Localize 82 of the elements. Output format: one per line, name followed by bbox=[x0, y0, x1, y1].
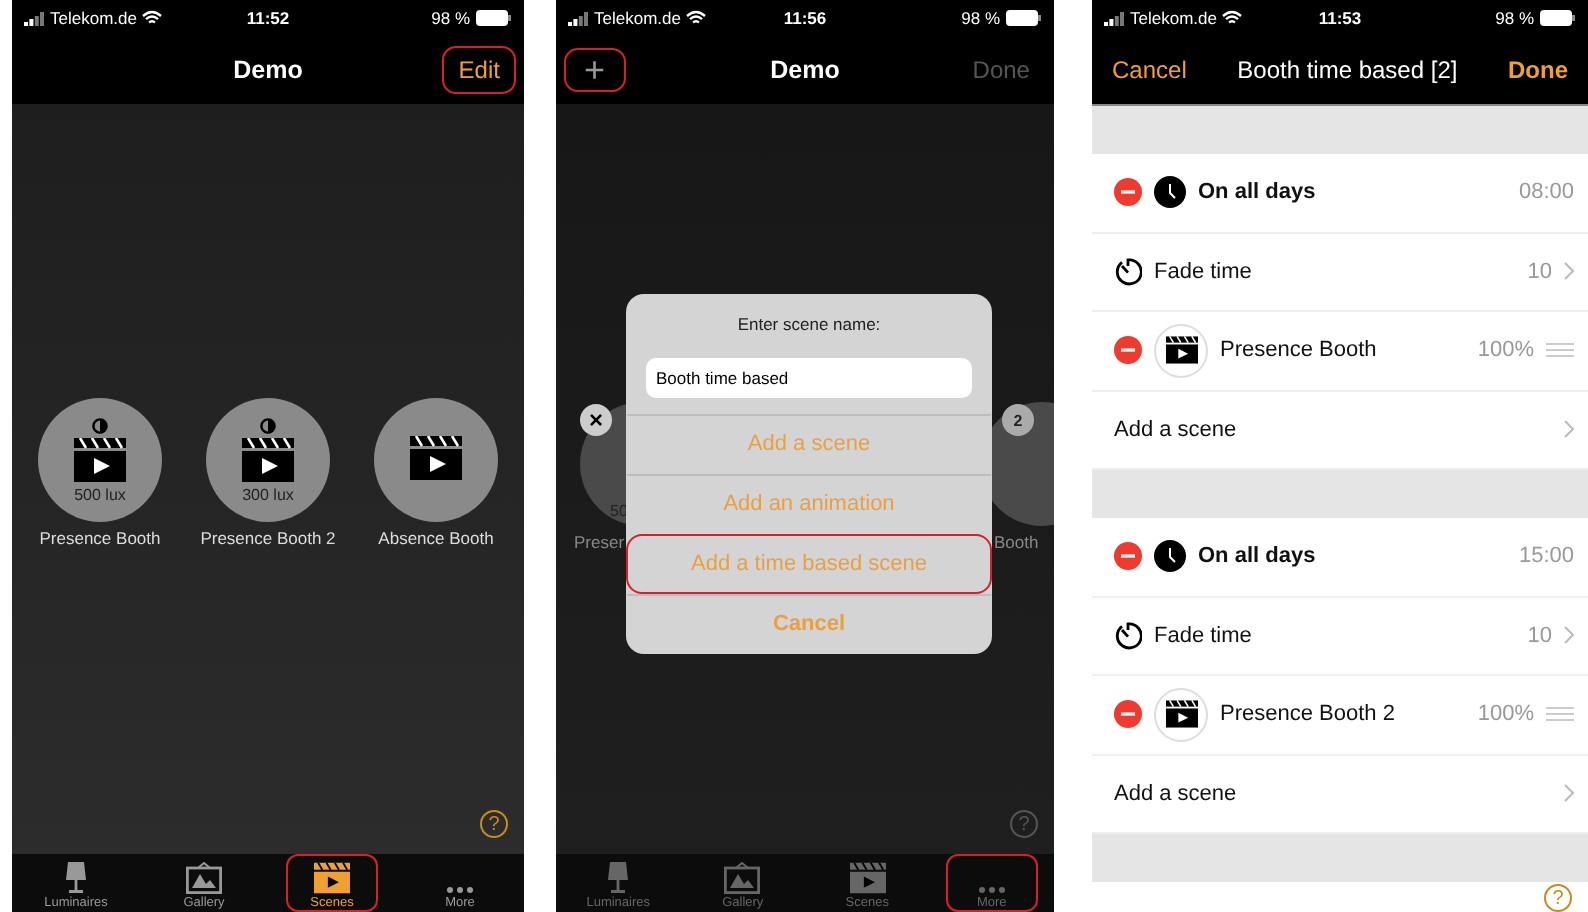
fade-time-value: 10 bbox=[1527, 623, 1552, 648]
screen-title: Demo bbox=[233, 56, 303, 84]
carrier-name: Telekom.de bbox=[594, 8, 681, 28]
chevron-icon bbox=[1564, 784, 1574, 803]
battery-icon bbox=[476, 10, 512, 26]
schedule-label: On all days bbox=[1198, 544, 1318, 569]
battery-percent: 98 % bbox=[1495, 8, 1534, 28]
scene-name: Presence Booth 2 bbox=[1220, 702, 1397, 727]
cancel-button[interactable]: Cancel bbox=[1096, 46, 1203, 94]
brightness-icon bbox=[260, 417, 276, 433]
drag-handle-icon[interactable] bbox=[1546, 706, 1574, 723]
remove-icon[interactable] bbox=[1114, 178, 1142, 207]
wifi-icon bbox=[1222, 10, 1243, 26]
done-button[interactable]: Done bbox=[1492, 46, 1584, 94]
clapperboard-icon bbox=[410, 436, 462, 480]
wifi-icon bbox=[686, 10, 707, 26]
name-input-field[interactable]: Booth time based bbox=[646, 358, 972, 398]
add-button[interactable]: + bbox=[564, 48, 626, 92]
time-value: 15:00 bbox=[1518, 544, 1574, 569]
remove-icon[interactable] bbox=[1114, 542, 1142, 571]
add-scene-link[interactable]: Add a scene bbox=[1114, 417, 1552, 442]
remove-icon[interactable] bbox=[1114, 700, 1142, 729]
battery-icon bbox=[1540, 10, 1576, 26]
chevron-icon bbox=[1564, 262, 1574, 281]
carrier-name: Telekom.de bbox=[50, 8, 137, 28]
lamp-icon bbox=[604, 862, 633, 894]
help-button[interactable]: ? bbox=[1544, 884, 1572, 912]
battery-percent: 98 % bbox=[431, 8, 470, 28]
scene-name: Preser bbox=[574, 532, 625, 552]
screen-title: Demo bbox=[770, 56, 840, 84]
dim-level: 100% bbox=[1477, 338, 1534, 363]
scene-name: Presence Booth bbox=[39, 528, 161, 548]
screen-title: Booth time based [2] bbox=[1237, 56, 1458, 84]
remove-icon[interactable] bbox=[1114, 336, 1142, 365]
clapperboard-icon bbox=[314, 862, 350, 894]
brightness-icon bbox=[92, 417, 108, 433]
signal-icon bbox=[568, 11, 588, 25]
battery-icon bbox=[1006, 10, 1042, 26]
clock-time: 11:53 bbox=[1318, 8, 1362, 28]
clapperboard-icon bbox=[1165, 336, 1197, 365]
signal-icon bbox=[1104, 11, 1124, 25]
fade-time-value: 10 bbox=[1527, 259, 1552, 284]
scene-button[interactable]: 300 lux bbox=[206, 398, 330, 522]
scene-name: Presence Booth 2 bbox=[200, 528, 336, 548]
dialog-title: Enter scene name: bbox=[735, 314, 883, 334]
battery-percent: 98 % bbox=[961, 8, 1000, 28]
delete-button[interactable]: × bbox=[580, 404, 612, 436]
fade-time-label: Fade time bbox=[1154, 259, 1254, 284]
picture-frame-icon bbox=[186, 862, 222, 894]
timer-icon bbox=[1114, 621, 1142, 650]
dim-level: 100% bbox=[1477, 702, 1534, 727]
chevron-icon bbox=[1564, 420, 1574, 439]
timer-icon bbox=[1114, 257, 1142, 286]
signal-icon bbox=[24, 11, 44, 25]
time-value: 08:00 bbox=[1518, 180, 1574, 205]
help-button[interactable]: ? bbox=[480, 810, 508, 838]
chevron-icon bbox=[1564, 626, 1574, 645]
clock-time: 11:52 bbox=[246, 8, 290, 28]
clapperboard-icon bbox=[849, 862, 886, 894]
schedule-label: On all days bbox=[1198, 180, 1318, 205]
clock-icon bbox=[1154, 176, 1186, 209]
scene-name: Booth bbox=[994, 532, 1039, 552]
clapperboard-icon bbox=[242, 437, 294, 481]
clock-icon bbox=[1154, 540, 1186, 573]
lux-value: 300 lux bbox=[242, 485, 294, 503]
lux-value: 500 lux bbox=[74, 485, 126, 503]
edit-button[interactable]: Edit bbox=[442, 46, 516, 94]
clapperboard-icon bbox=[74, 437, 126, 481]
fade-time-label: Fade time bbox=[1154, 623, 1254, 648]
wifi-icon bbox=[142, 10, 163, 26]
clock-time: 11:56 bbox=[783, 8, 827, 28]
lamp-icon bbox=[62, 862, 90, 894]
scene-button[interactable]: 500 lux bbox=[38, 398, 162, 522]
more-dots-icon bbox=[446, 886, 474, 894]
more-dots-icon bbox=[977, 886, 1006, 894]
picture-frame-icon bbox=[724, 862, 761, 894]
carrier-name: Telekom.de bbox=[1130, 8, 1217, 28]
add-scene-link[interactable]: Add a scene bbox=[1114, 781, 1552, 806]
clapperboard-icon bbox=[1165, 700, 1197, 729]
scene-name: Absence Booth bbox=[378, 528, 494, 548]
scene-name: Presence Booth bbox=[1220, 338, 1379, 363]
drag-handle-icon[interactable] bbox=[1546, 342, 1574, 359]
